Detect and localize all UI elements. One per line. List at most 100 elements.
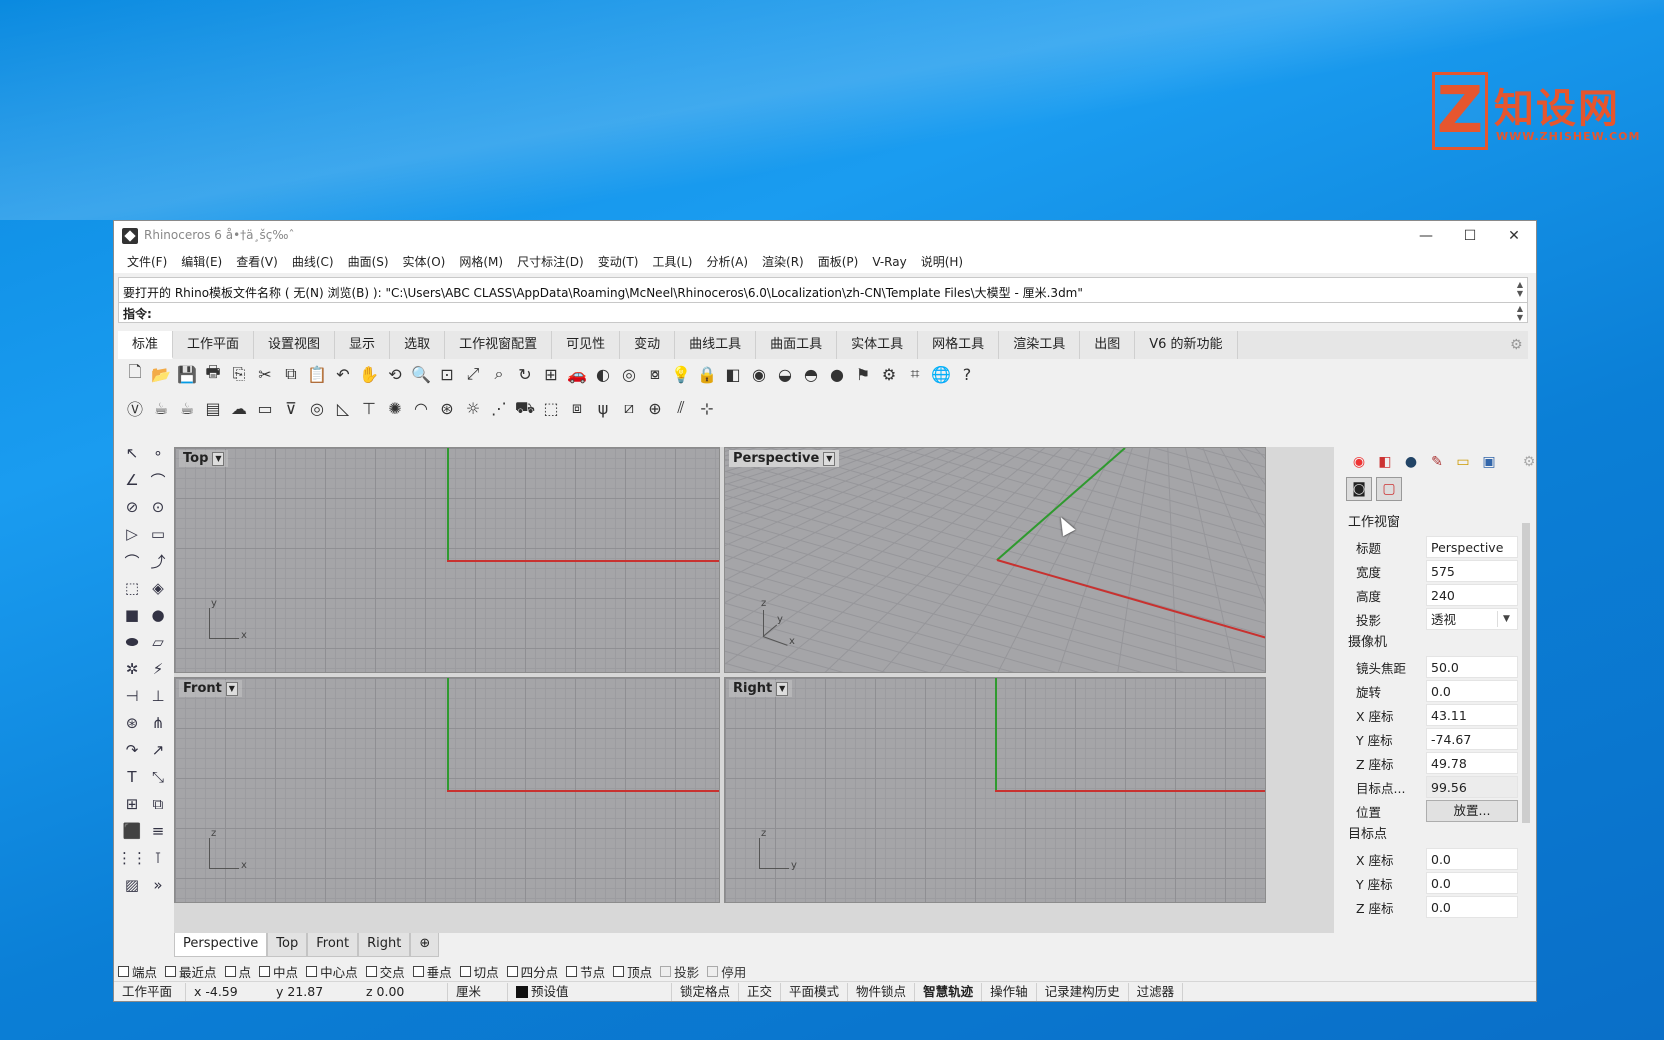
title-bar[interactable]: Rhinoceros 6 å•†ä¸šç‰ˆ — ☐ ✕ bbox=[114, 221, 1536, 251]
menu-item[interactable]: 文件(F) bbox=[120, 251, 174, 273]
width-field[interactable]: 575 bbox=[1426, 560, 1518, 582]
tab-gear-icon[interactable]: ⚙ bbox=[1510, 337, 1526, 353]
arc-curve-icon[interactable]: ⌒ bbox=[120, 549, 144, 573]
focal-length-field[interactable]: 50.0 bbox=[1426, 656, 1518, 678]
projection-dropdown[interactable]: 透视 ▼ bbox=[1426, 608, 1518, 630]
settings-gears-icon[interactable]: ⚙ bbox=[876, 361, 902, 387]
explode-star-icon[interactable]: ⚡ bbox=[146, 657, 170, 681]
command-spinner-icon[interactable]: ▲ ▼ bbox=[1515, 304, 1525, 322]
viewport-perspective[interactable]: z y x Perspective ▼ bbox=[724, 447, 1266, 673]
status-planar[interactable]: 平面模式 bbox=[781, 982, 849, 1001]
camera-z-field[interactable]: 49.78 bbox=[1426, 752, 1518, 774]
camera-x-field[interactable]: 43.11 bbox=[1426, 704, 1518, 726]
hatch-tool-icon[interactable]: ≡ bbox=[146, 819, 170, 843]
snapshot-icon[interactable]: ⧇ bbox=[642, 361, 668, 387]
checkbox[interactable] bbox=[118, 965, 129, 977]
menu-item[interactable]: 曲面(S) bbox=[341, 251, 396, 273]
green-globe-icon[interactable]: 🌐 bbox=[928, 361, 954, 387]
checkbox[interactable] bbox=[165, 965, 177, 977]
history-scroll-icon[interactable]: ▲ ▼ bbox=[1515, 280, 1525, 298]
viewport-front[interactable]: z x Front ▼ bbox=[174, 677, 720, 903]
target-z-field[interactable]: 0.0 bbox=[1426, 896, 1518, 918]
checkbox[interactable] bbox=[707, 965, 719, 977]
menu-item[interactable]: 渲染(R) bbox=[755, 251, 811, 273]
curve-cv-icon[interactable]: ⌒ bbox=[146, 468, 170, 492]
checkbox[interactable] bbox=[306, 965, 318, 977]
target-distance-field[interactable]: 99.56 bbox=[1426, 776, 1518, 798]
osnap-item[interactable]: 停用 bbox=[707, 962, 746, 981]
tab-12[interactable]: 渲染工具 bbox=[999, 331, 1081, 359]
height-field[interactable]: 240 bbox=[1426, 584, 1518, 606]
light-angle-icon[interactable]: ◺ bbox=[330, 395, 356, 421]
menu-item[interactable]: 分析(A) bbox=[699, 251, 755, 273]
fillet-curve-icon[interactable]: ⤴ bbox=[146, 549, 170, 573]
command-input[interactable] bbox=[159, 304, 1499, 320]
light-burst-icon[interactable]: ✺ bbox=[382, 395, 408, 421]
osnap-item[interactable]: 点 bbox=[224, 962, 251, 981]
viewport-tab-0[interactable]: Perspective bbox=[174, 933, 268, 957]
osnap-item[interactable]: 投影 bbox=[660, 962, 699, 981]
surface-pts-icon[interactable]: ⬚ bbox=[120, 576, 144, 600]
viewport-label-perspective[interactable]: Perspective ▼ bbox=[729, 450, 840, 467]
group-icon[interactable]: ⋔ bbox=[146, 711, 170, 735]
paste-icon[interactable]: 📋 bbox=[304, 361, 330, 387]
select-arrow-icon[interactable]: ↖ bbox=[120, 441, 144, 465]
zoom-selected-icon[interactable]: ⌕ bbox=[486, 361, 512, 387]
viewport-menu-arrow-icon[interactable]: ▼ bbox=[823, 451, 836, 466]
render-box-icon[interactable]: ⬛ bbox=[120, 819, 144, 843]
tab-3[interactable]: 显示 bbox=[335, 331, 391, 359]
zoom-window-icon[interactable]: ⊡ bbox=[434, 361, 460, 387]
window-icon[interactable]: ▭ bbox=[252, 395, 278, 421]
viewport-tab-1[interactable]: Top bbox=[267, 933, 308, 957]
surface-edge-icon[interactable]: ◈ bbox=[146, 576, 170, 600]
polygon-icon[interactable]: ▷ bbox=[120, 522, 144, 546]
grass-icon[interactable]: ψ bbox=[590, 395, 616, 421]
chevron-down-icon[interactable]: ▼ bbox=[1497, 611, 1515, 627]
menu-item[interactable]: 实体(O) bbox=[396, 251, 453, 273]
color-wheel-icon[interactable]: ◉ bbox=[1346, 451, 1372, 473]
status-filter[interactable]: 过滤器 bbox=[1129, 982, 1184, 1001]
slashes-icon[interactable]: ⫽ bbox=[668, 395, 694, 421]
copy-icon[interactable]: ⧉ bbox=[278, 361, 304, 387]
flag-icon[interactable]: ⚑ bbox=[850, 361, 876, 387]
blue-sphere-icon[interactable]: ● bbox=[824, 361, 850, 387]
sphere-solid-icon[interactable]: ● bbox=[146, 603, 170, 627]
frame-buffer-icon[interactable]: ▤ bbox=[200, 395, 226, 421]
rotate-tool-icon[interactable]: ↷ bbox=[120, 738, 144, 762]
display-icon[interactable]: ▣ bbox=[1476, 451, 1502, 473]
grid-array-icon[interactable]: ⋮⋮ bbox=[117, 846, 147, 870]
move-tool-icon[interactable]: ↗ bbox=[146, 738, 170, 762]
status-cplane[interactable]: 工作平面 bbox=[114, 982, 186, 1001]
globe-grid-icon[interactable]: ⊕ bbox=[642, 395, 668, 421]
folder-icon[interactable]: ▭ bbox=[1450, 451, 1476, 473]
polyline-icon[interactable]: ∠ bbox=[120, 468, 144, 492]
zoom-icon[interactable]: 🔍 bbox=[408, 361, 434, 387]
tab-9[interactable]: 曲面工具 bbox=[756, 331, 838, 359]
split-icon[interactable]: ⊥ bbox=[146, 684, 170, 708]
osnap-item[interactable]: 端点 bbox=[118, 962, 157, 981]
more-tools-icon[interactable]: » bbox=[146, 873, 170, 897]
menu-item[interactable]: 查看(V) bbox=[229, 251, 285, 273]
menu-item[interactable]: 编辑(E) bbox=[174, 251, 229, 273]
save-icon[interactable]: 💾 bbox=[174, 361, 200, 387]
light-spot-icon[interactable]: ⊽ bbox=[278, 395, 304, 421]
tab-2[interactable]: 设置视图 bbox=[254, 331, 336, 359]
light-lines-icon[interactable]: ⋰ bbox=[486, 395, 512, 421]
viewport-label-top[interactable]: Top ▼ bbox=[179, 450, 229, 467]
point-icon[interactable]: ∘ bbox=[146, 441, 170, 465]
pan-hand-icon[interactable]: ✋ bbox=[356, 361, 382, 387]
light-dome-icon[interactable]: ◠ bbox=[408, 395, 434, 421]
scale-tool-icon[interactable]: ⤡ bbox=[146, 765, 170, 789]
tab-0[interactable]: 标准 bbox=[118, 331, 174, 359]
checkbox[interactable] bbox=[566, 965, 578, 977]
osnap-item[interactable]: 最近点 bbox=[165, 962, 217, 981]
status-layer[interactable]: 预设值 bbox=[508, 982, 672, 1001]
rectangle-icon[interactable]: ▭ bbox=[146, 522, 170, 546]
four-viewports-icon[interactable]: ⊞ bbox=[538, 361, 564, 387]
material-sphere-icon[interactable]: ● bbox=[1398, 451, 1424, 473]
box-solid-icon[interactable]: ■ bbox=[120, 603, 144, 627]
panel-gear-icon[interactable]: ⚙ bbox=[1516, 451, 1542, 473]
print-icon[interactable]: 🖶 bbox=[200, 361, 226, 387]
cloud-icon[interactable]: ☁ bbox=[226, 395, 252, 421]
checkbox[interactable] bbox=[224, 965, 236, 977]
